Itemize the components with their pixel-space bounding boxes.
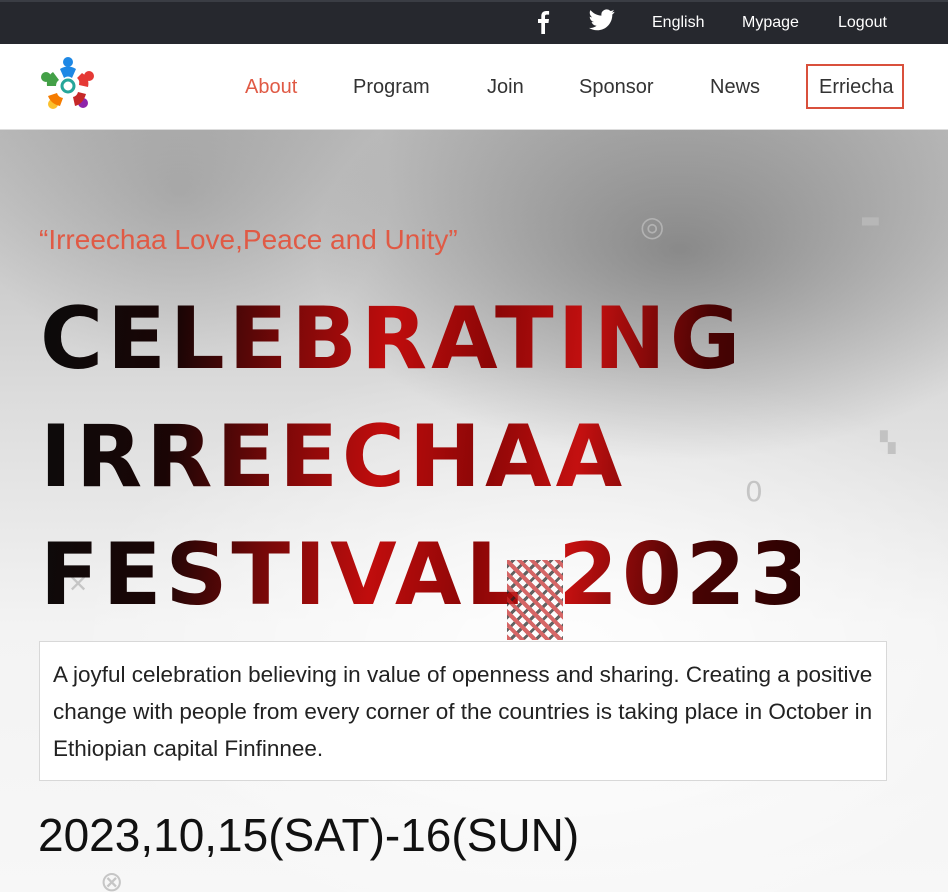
coin-decoration-icon: ◎ — [640, 210, 665, 243]
nav-news[interactable]: News — [710, 76, 760, 99]
top-bar: English Mypage Logout — [0, 0, 948, 44]
hero-headline: CELEBRATING IRREECHAA FESTIVAL 2023 — [40, 280, 800, 634]
circle-decoration-icon: ⊗ — [100, 865, 124, 892]
nav-erriecha-button[interactable]: Erriecha — [806, 64, 904, 109]
hero-banner: ◎ ▬ 0 ▚ ✕ ⊗ “Irreechaa Love,Peace and Un… — [0, 130, 948, 892]
facebook-icon[interactable] — [536, 10, 550, 39]
nav-sponsor[interactable]: Sponsor — [579, 76, 654, 99]
pixel-decoration-icon: ▚ — [880, 430, 896, 454]
bar-decoration-icon: ▬ — [860, 208, 881, 233]
festival-date: 2023,10,15(SAT)-16(SUN) — [38, 809, 580, 861]
nav-about[interactable]: About — [245, 76, 297, 99]
main-nav: About Program Join Sponsor News Erriecha — [0, 44, 948, 130]
twitter-icon[interactable] — [589, 9, 615, 36]
logout-link[interactable]: Logout — [838, 14, 887, 32]
headline-line-3: FESTIVAL 2023 — [40, 525, 814, 625]
mypage-link[interactable]: Mypage — [742, 14, 799, 32]
hero-tagline: “Irreechaa Love,Peace and Unity” — [39, 224, 458, 255]
nav-join[interactable]: Join — [487, 76, 524, 99]
language-link[interactable]: English — [652, 14, 704, 32]
nav-program[interactable]: Program — [353, 76, 430, 99]
people-circle-logo[interactable] — [38, 56, 98, 114]
headline-line-1: CELEBRATING — [40, 289, 745, 389]
pattern-decoration — [507, 560, 563, 640]
headline-line-2: IRREECHAA — [40, 407, 627, 507]
hero-description: A joyful celebration believing in value … — [39, 641, 887, 781]
